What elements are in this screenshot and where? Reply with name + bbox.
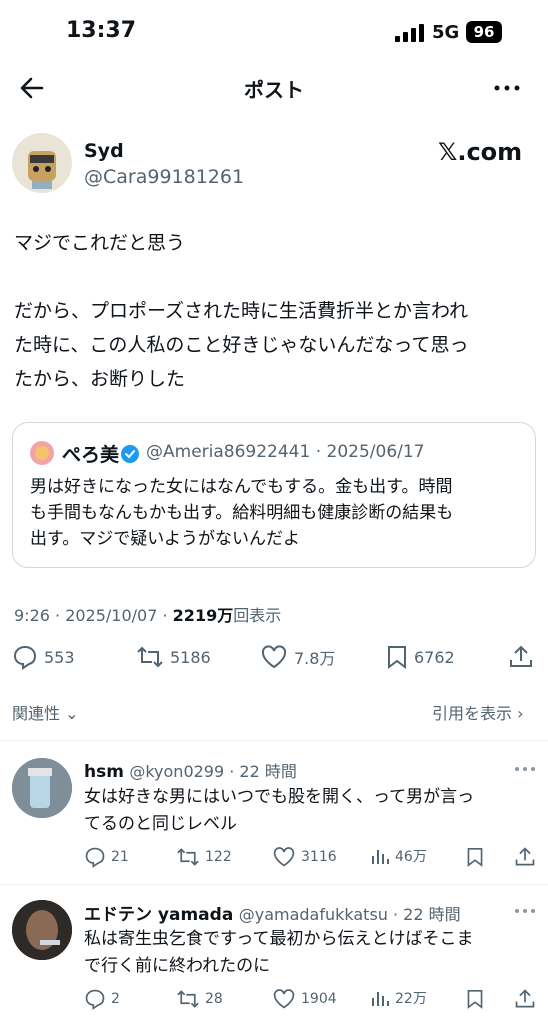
x-watermark: 𝕏.com: [438, 138, 523, 166]
more-icon[interactable]: [492, 74, 522, 102]
post-line: だから、プロポーズされた時に生活費折半とか言われ: [14, 300, 469, 322]
battery-icon: 96: [466, 21, 502, 43]
reply-line: で行く前に終われたのに: [84, 956, 271, 976]
repost-icon: [177, 990, 199, 1008]
status-time: 13:37: [66, 18, 137, 43]
post-time-date: 9:26 · 2025/10/07 ·: [14, 606, 173, 625]
reply-views-button[interactable]: 22万: [370, 988, 427, 1008]
view-quotes-link[interactable]: 引用を表示 ›: [432, 700, 524, 724]
like-button[interactable]: 7.8万: [260, 644, 335, 670]
reply-like-button[interactable]: 3116: [272, 846, 337, 868]
reply-icon: [85, 989, 105, 1010]
share-icon[interactable]: [514, 988, 536, 1010]
view-count: 2219万: [172, 606, 234, 625]
page-title: ポスト: [244, 78, 304, 102]
repost-count: 122: [205, 849, 232, 865]
quotes-label: 引用を表示: [432, 704, 513, 723]
views-count: 22万: [395, 991, 427, 1007]
repost-count: 5186: [170, 647, 211, 667]
heart-icon: [273, 847, 295, 867]
quote-line: も手間もなんもかも出す。給料明細も健康診断の結果も: [30, 503, 454, 523]
repost-button[interactable]: 5186: [136, 644, 211, 670]
reply-icon: [13, 645, 37, 670]
reply-text: 女は好きな男にはいつでも股を開く、って男が言っ てるのと同じレベル: [84, 784, 534, 838]
like-count: 1904: [301, 991, 337, 1007]
reply-author-name[interactable]: エドテン yamada: [84, 905, 233, 925]
author-name[interactable]: Syd: [84, 140, 124, 162]
like-count: 3116: [301, 849, 337, 865]
heart-icon: [261, 645, 287, 669]
post-text: マジでこれだと思う だから、プロポーズされた時に生活費折半とか言われ た時に、こ…: [14, 226, 534, 396]
reply-handle-time: @yamadafukkatsu · 22 時間: [238, 905, 461, 924]
reply-views-button[interactable]: 46万: [370, 846, 427, 866]
chevron-down-icon: ⌄: [65, 704, 79, 723]
reply-icon: [85, 847, 105, 868]
share-icon[interactable]: [508, 644, 534, 670]
post-line: た時に、この人私のこと好きじゃないんだなって思っ: [14, 334, 469, 356]
divider: [0, 740, 548, 741]
quote-line: 男は好きになった女にはなんでもする。金も出す。時間: [30, 477, 453, 497]
reply-like-button[interactable]: 1904: [272, 988, 337, 1010]
reply-avatar[interactable]: [12, 900, 72, 960]
quote-line: 出す。マジで疑いようがないんだよ: [30, 529, 300, 549]
author-handle[interactable]: @Cara99181261: [84, 166, 244, 188]
reply-header: エドテン yamada @yamadafukkatsu · 22 時間: [84, 900, 461, 925]
reply-author-name[interactable]: hsm: [84, 762, 124, 782]
reply-repost-button[interactable]: 28: [176, 988, 223, 1010]
reply-line: てるのと同じレベル: [84, 814, 237, 834]
reply-more-icon[interactable]: [514, 766, 536, 772]
reply-line: 私は寄生虫乞食ですって最初から伝えとけばそこま: [84, 929, 474, 949]
quote-text: 男は好きになった女にはなんでもする。金も出す。時間 も手間もなんもかも出す。給料…: [30, 474, 525, 552]
sort-relevance-button[interactable]: 関連性 ⌄: [12, 700, 79, 724]
views-icon: [372, 850, 389, 864]
post-line: [14, 260, 534, 294]
quote-author-name: ぺろ美: [62, 444, 120, 466]
post-line: たから、お断りした: [14, 368, 186, 390]
bookmark-icon: [388, 646, 406, 669]
reply-count: 2: [111, 991, 120, 1007]
sort-label: 関連性: [12, 704, 61, 723]
bookmark-icon[interactable]: [466, 846, 484, 868]
like-count: 7.8万: [294, 649, 336, 668]
reply-reply-button[interactable]: 2: [84, 988, 120, 1010]
reply-reply-button[interactable]: 21: [84, 846, 129, 868]
reply-avatar-image: [12, 900, 72, 960]
quote-avatar: [30, 441, 54, 465]
network-label: 5G: [432, 22, 460, 43]
back-arrow-icon[interactable]: [18, 74, 46, 102]
repost-icon: [137, 646, 163, 668]
reply-button[interactable]: 553: [12, 644, 75, 670]
verified-badge-icon: [121, 445, 139, 463]
heart-icon: [273, 989, 295, 1009]
views-label: 回表示: [233, 606, 282, 625]
bookmark-icon[interactable]: [466, 988, 484, 1010]
avatar[interactable]: [12, 133, 72, 193]
views-icon: [372, 992, 389, 1006]
quote-handle-date: @Ameria86922441 · 2025/06/17: [146, 442, 425, 462]
reply-avatar[interactable]: [12, 758, 72, 818]
bookmark-count: 6762: [414, 647, 455, 667]
views-count: 46万: [395, 849, 427, 865]
reply-count: 21: [111, 849, 129, 865]
signal-icon: [395, 24, 424, 42]
bookmark-button[interactable]: 6762: [386, 644, 455, 670]
reply-handle-time: @kyon0299 · 22 時間: [129, 762, 297, 781]
repost-icon: [177, 848, 199, 866]
reply-more-icon[interactable]: [514, 908, 536, 914]
reply-repost-button[interactable]: 122: [176, 846, 232, 868]
post-line: マジでこれだと思う: [14, 232, 186, 254]
avatar-image: [28, 151, 56, 189]
share-icon[interactable]: [514, 846, 536, 868]
reply-count: 553: [44, 647, 75, 667]
reply-text: 私は寄生虫乞食ですって最初から伝えとけばそこま で行く前に終われたのに: [84, 926, 534, 980]
divider: [0, 884, 548, 885]
reply-line: 女は好きな男にはいつでも股を開く、って男が言っ: [84, 787, 475, 807]
reply-header: hsm @kyon0299 · 22 時間: [84, 758, 297, 782]
post-meta: 9:26 · 2025/10/07 · 2219万回表示: [14, 602, 281, 626]
repost-count: 28: [205, 991, 223, 1007]
reply-avatar-image: [12, 758, 72, 818]
chevron-right-icon: ›: [517, 704, 524, 723]
